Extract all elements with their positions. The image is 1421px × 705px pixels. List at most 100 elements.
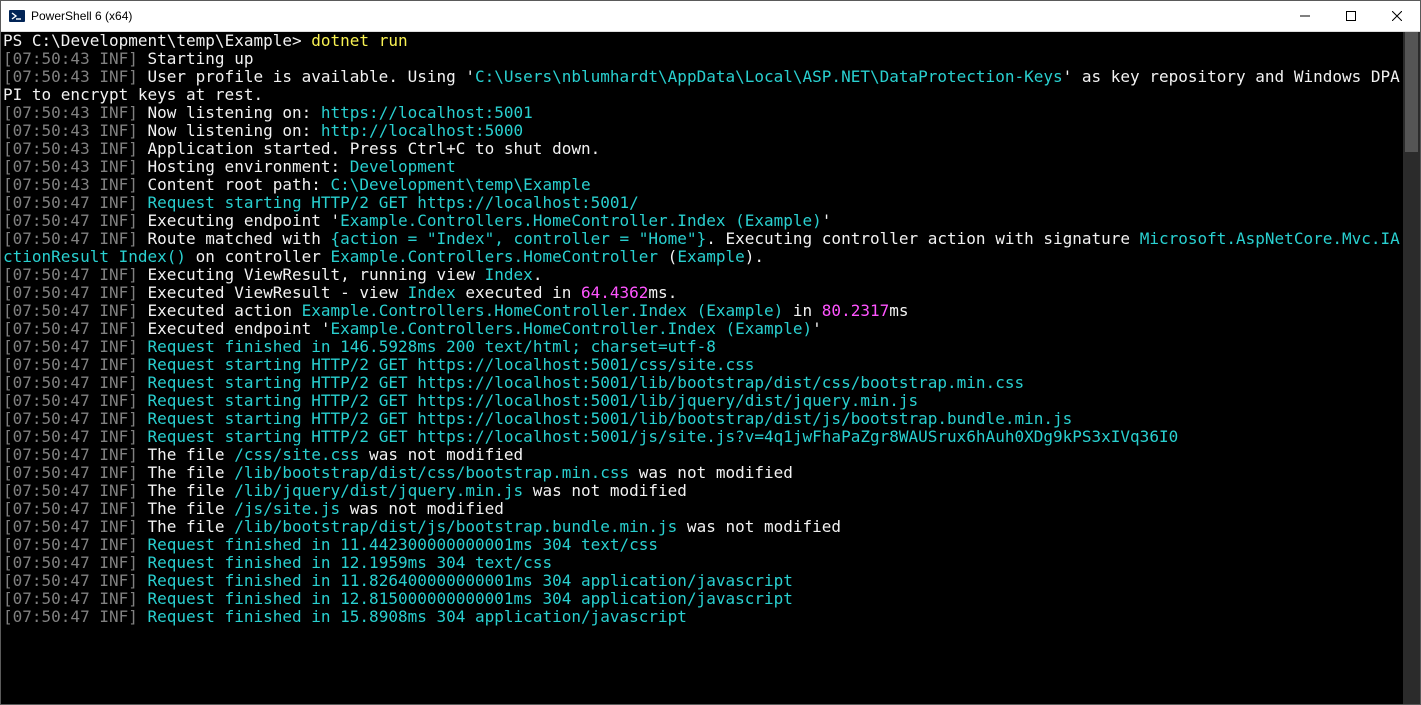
log-segment: was not modified bbox=[523, 481, 687, 500]
log-segment: The file bbox=[138, 499, 234, 518]
close-button[interactable] bbox=[1374, 1, 1420, 31]
log-segment: ' bbox=[822, 211, 832, 230]
log-segment: Starting up bbox=[138, 49, 254, 68]
log-line: [07:50:47 INF] Executed endpoint 'Exampl… bbox=[3, 320, 1401, 338]
log-segment: ms. bbox=[648, 283, 677, 302]
log-line: [07:50:43 INF] Hosting environment: Deve… bbox=[3, 158, 1401, 176]
log-segment: /lib/jquery/dist/jquery.min.js bbox=[234, 481, 523, 500]
log-segment: on controller bbox=[186, 247, 331, 266]
log-segment: Request starting HTTP/2 GET https://loca… bbox=[148, 391, 919, 410]
log-line: [07:50:47 INF] Request starting HTTP/2 G… bbox=[3, 410, 1401, 428]
window-title: PowerShell 6 (x64) bbox=[31, 9, 132, 23]
prompt-ps: PS bbox=[3, 32, 32, 50]
log-segment: [07:50:47 INF] bbox=[3, 301, 138, 320]
log-segment bbox=[138, 535, 148, 554]
log-segment: Example.Controllers.HomeController.Index… bbox=[331, 319, 813, 338]
log-line: [07:50:47 INF] Request finished in 12.19… bbox=[3, 554, 1401, 572]
log-segment: [07:50:43 INF] bbox=[3, 103, 138, 122]
log-segment: 80.2317 bbox=[822, 301, 889, 320]
log-line: [07:50:47 INF] Executed ViewResult - vie… bbox=[3, 284, 1401, 302]
log-segment: Request starting HTTP/2 GET https://loca… bbox=[148, 193, 639, 212]
log-line: [07:50:47 INF] Executed action Example.C… bbox=[3, 302, 1401, 320]
log-line: [07:50:43 INF] Now listening on: https:/… bbox=[3, 104, 1401, 122]
log-segment: /css/site.css bbox=[234, 445, 359, 464]
log-line: [07:50:47 INF] The file /css/site.css wa… bbox=[3, 446, 1401, 464]
log-segment: [07:50:43 INF] bbox=[3, 139, 138, 158]
log-segment: [07:50:47 INF] bbox=[3, 481, 138, 500]
log-segment: [07:50:47 INF] bbox=[3, 283, 138, 302]
log-segment: Example.Controllers.HomeController.Index… bbox=[340, 211, 822, 230]
log-segment bbox=[138, 607, 148, 626]
log-segment: was not modified bbox=[340, 499, 504, 518]
log-segment: The file bbox=[138, 517, 234, 536]
log-line: [07:50:43 INF] Starting up bbox=[3, 50, 1401, 68]
log-segment: ( bbox=[658, 247, 677, 266]
scrollbar[interactable] bbox=[1403, 32, 1420, 704]
log-segment: [07:50:47 INF] bbox=[3, 337, 138, 356]
log-line: [07:50:47 INF] Request starting HTTP/2 G… bbox=[3, 428, 1401, 446]
scroll-thumb[interactable] bbox=[1405, 32, 1418, 152]
powershell-icon bbox=[9, 8, 25, 24]
log-segment: [07:50:43 INF] bbox=[3, 175, 138, 194]
log-segment: /lib/bootstrap/dist/css/bootstrap.min.cs… bbox=[234, 463, 629, 482]
log-segment: Executed action bbox=[138, 301, 302, 320]
log-segment bbox=[138, 571, 148, 590]
log-segment: [07:50:47 INF] bbox=[3, 265, 138, 284]
log-segment bbox=[138, 373, 148, 392]
log-segment: User profile is available. Using ' bbox=[138, 67, 475, 86]
log-line: [07:50:47 INF] The file /lib/bootstrap/d… bbox=[3, 464, 1401, 482]
log-segment: C:\Development\temp\Example bbox=[331, 175, 591, 194]
log-segment: was not modified bbox=[677, 517, 841, 536]
log-segment bbox=[138, 427, 148, 446]
maximize-button[interactable] bbox=[1328, 1, 1374, 31]
log-segment bbox=[138, 355, 148, 374]
log-line: [07:50:47 INF] Route matched with {actio… bbox=[3, 230, 1401, 266]
log-segment: [07:50:47 INF] bbox=[3, 229, 138, 248]
log-segment: 64.4362 bbox=[581, 283, 648, 302]
log-line: [07:50:47 INF] Executing endpoint 'Examp… bbox=[3, 212, 1401, 230]
log-segment: [07:50:43 INF] bbox=[3, 49, 138, 68]
log-segment: Request starting HTTP/2 GET https://loca… bbox=[148, 409, 1073, 428]
minimize-button[interactable] bbox=[1282, 1, 1328, 31]
log-line: [07:50:47 INF] Request finished in 12.81… bbox=[3, 590, 1401, 608]
log-segment: was not modified bbox=[629, 463, 793, 482]
titlebar[interactable]: PowerShell 6 (x64) bbox=[1, 1, 1420, 32]
log-segment: [07:50:47 INF] bbox=[3, 373, 138, 392]
log-segment: Index bbox=[408, 283, 456, 302]
log-line: [07:50:43 INF] Content root path: C:\Dev… bbox=[3, 176, 1401, 194]
log-segment: executed in bbox=[456, 283, 581, 302]
log-line: [07:50:47 INF] The file /js/site.js was … bbox=[3, 500, 1401, 518]
log-segment bbox=[138, 337, 148, 356]
log-line: [07:50:43 INF] User profile is available… bbox=[3, 68, 1401, 104]
log-segment bbox=[138, 589, 148, 608]
prompt-gt: > bbox=[292, 32, 311, 50]
log-segment: Request finished in 12.815000000000001ms… bbox=[148, 589, 793, 608]
log-segment: ' bbox=[812, 319, 822, 338]
log-segment: Request finished in 146.5928ms 200 text/… bbox=[148, 337, 716, 356]
log-segment: [07:50:43 INF] bbox=[3, 67, 138, 86]
log-segment: http://localhost:5000 bbox=[321, 121, 523, 140]
log-segment: was not modified bbox=[359, 445, 523, 464]
log-segment: Request finished in 12.1959ms 304 text/c… bbox=[148, 553, 553, 572]
log-segment: [07:50:47 INF] bbox=[3, 355, 138, 374]
log-segment: Executed endpoint ' bbox=[138, 319, 331, 338]
log-segment: [07:50:47 INF] bbox=[3, 517, 138, 536]
log-segment: [07:50:47 INF] bbox=[3, 499, 138, 518]
log-line: [07:50:47 INF] Request starting HTTP/2 G… bbox=[3, 194, 1401, 212]
log-segment: [07:50:47 INF] bbox=[3, 211, 138, 230]
log-segment: Now listening on: bbox=[138, 103, 321, 122]
prompt-path: C:\Development\temp\Example bbox=[32, 32, 292, 50]
terminal-output[interactable]: PS C:\Development\temp\Example> dotnet r… bbox=[1, 32, 1403, 704]
log-line: [07:50:47 INF] Request finished in 15.89… bbox=[3, 608, 1401, 626]
log-line: [07:50:43 INF] Now listening on: http://… bbox=[3, 122, 1401, 140]
log-line: [07:50:47 INF] The file /lib/bootstrap/d… bbox=[3, 518, 1401, 536]
log-segment: /lib/bootstrap/dist/js/bootstrap.bundle.… bbox=[234, 517, 677, 536]
terminal-area[interactable]: PS C:\Development\temp\Example> dotnet r… bbox=[1, 32, 1420, 704]
log-segment bbox=[138, 409, 148, 428]
log-segment bbox=[138, 391, 148, 410]
log-segment: {action = "Index", controller = "Home"} bbox=[331, 229, 707, 248]
log-segment: /js/site.js bbox=[234, 499, 340, 518]
log-segment: ms bbox=[889, 301, 908, 320]
log-segment: The file bbox=[138, 445, 234, 464]
prompt-line: PS C:\Development\temp\Example> dotnet r… bbox=[3, 32, 1401, 50]
